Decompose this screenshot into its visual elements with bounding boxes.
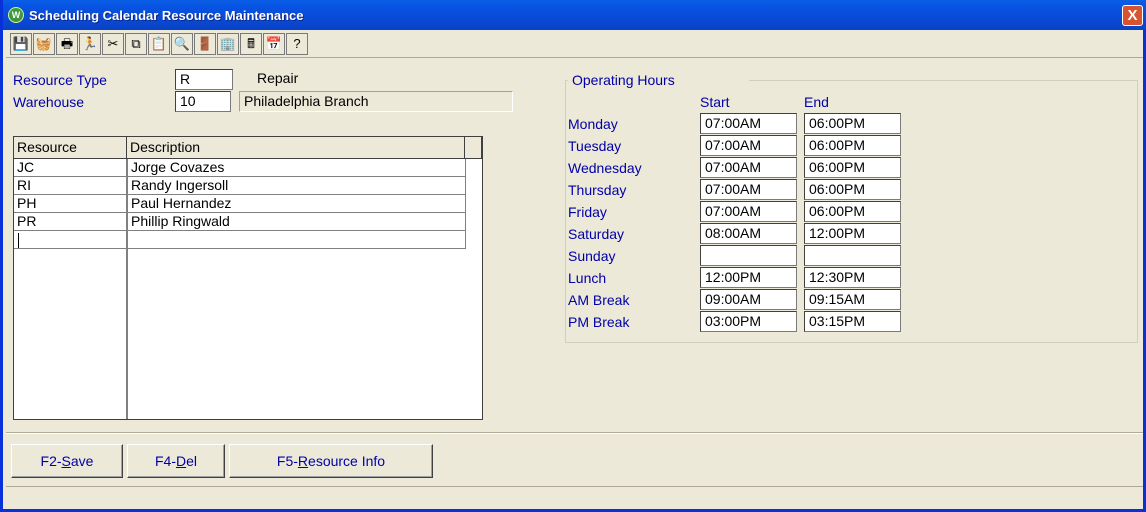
start-header: Start (700, 94, 730, 110)
save-button-hotkey: S (61, 453, 71, 469)
end-time-input[interactable]: 06:00PM (804, 113, 901, 134)
table-row[interactable]: PH Paul Hernandez (14, 195, 466, 213)
delete-button[interactable]: F4-Del (127, 444, 225, 478)
basket-icon[interactable]: 🧺 (33, 33, 55, 55)
day-label: AM Break (568, 292, 630, 308)
end-time-input[interactable]: 12:30PM (804, 267, 901, 288)
start-time-input[interactable]: 09:00AM (700, 289, 797, 310)
resource-type-input[interactable]: R (175, 69, 233, 90)
resource-type-description: Repair (257, 70, 299, 86)
save-button-prefix: F2- (40, 453, 62, 469)
day-label: Saturday (568, 226, 625, 242)
end-time-input[interactable]: 03:15PM (804, 311, 901, 332)
row-edge (465, 213, 466, 231)
resource-cell[interactable]: RI (14, 177, 126, 195)
resource-info-button[interactable]: F5-Resource Info (229, 444, 433, 478)
warehouse-input[interactable]: 10 (175, 91, 231, 112)
paste-icon[interactable]: 📋 (148, 33, 170, 55)
main-window: W Scheduling Calendar Resource Maintenan… (0, 0, 1146, 512)
building-icon[interactable]: 🏢 (217, 33, 239, 55)
title-bar: W Scheduling Calendar Resource Maintenan… (3, 0, 1146, 30)
day-label: PM Break (568, 314, 630, 330)
row-edge (465, 195, 466, 213)
run-icon[interactable]: 🏃 (79, 33, 101, 55)
app-icon: W (8, 7, 24, 23)
resource-grid[interactable]: Resource Description JC Jorge Covazes RI Ra… (13, 136, 483, 420)
resource-info-button-rest: esource Info (308, 453, 386, 469)
end-time-input[interactable]: 06:00PM (804, 201, 901, 222)
separator-highlight (6, 433, 1143, 434)
description-cell[interactable]: Paul Hernandez (128, 195, 464, 213)
description-cell[interactable]: Phillip Ringwald (128, 213, 464, 231)
column-header-spacer (465, 137, 482, 159)
table-row[interactable]: JC Jorge Covazes (14, 159, 466, 177)
delete-button-prefix: F4- (154, 453, 176, 469)
search-icon[interactable]: 🔍 (171, 33, 193, 55)
help-icon[interactable]: ? (286, 33, 308, 55)
end-time-input[interactable]: 09:15AM (804, 289, 901, 310)
day-label: Sunday (568, 248, 616, 264)
resource-type-label: Resource Type (13, 72, 107, 88)
cut-icon[interactable]: ✂ (102, 33, 124, 55)
day-label: Tuesday (568, 138, 622, 154)
calculator-icon[interactable]: 🖩 (240, 33, 262, 55)
calendar-icon[interactable]: 📅 (263, 33, 285, 55)
text-cursor (18, 233, 19, 248)
operating-hours-title: Operating Hours (570, 72, 677, 88)
end-time-input[interactable] (804, 245, 901, 266)
warehouse-label: Warehouse (13, 94, 85, 110)
day-label: Monday (568, 116, 618, 132)
save-button-rest: ave (70, 453, 94, 469)
day-label: Thursday (568, 182, 627, 198)
end-time-input[interactable]: 06:00PM (804, 135, 901, 156)
start-time-input[interactable]: 07:00AM (700, 179, 797, 200)
description-cell[interactable] (128, 231, 464, 249)
close-button[interactable]: X (1122, 5, 1143, 26)
end-header: End (804, 94, 829, 110)
save-button[interactable]: F2-Save (11, 444, 123, 478)
end-time-input[interactable]: 06:00PM (804, 179, 901, 200)
description-cell[interactable]: Randy Ingersoll (128, 177, 464, 195)
table-row[interactable] (14, 231, 466, 249)
resource-info-button-hotkey: R (297, 453, 309, 469)
column-header-description[interactable]: Description (127, 137, 465, 159)
window-title: Scheduling Calendar Resource Maintenance (29, 8, 304, 23)
exit-door-icon[interactable]: 🚪 (194, 33, 216, 55)
row-edge (465, 231, 466, 249)
status-bar (6, 488, 1143, 509)
day-label: Friday (568, 204, 607, 220)
toolbar: 💾 🧺 🖶 🏃 ✂ ⧉ 📋 🔍 🚪 🏢 🖩 📅? (6, 30, 1143, 58)
day-label: Lunch (568, 270, 607, 286)
end-time-input[interactable]: 06:00PM (804, 157, 901, 178)
start-time-input[interactable]: 03:00PM (700, 311, 797, 332)
row-edge (465, 159, 466, 177)
start-time-input[interactable]: 07:00AM (700, 201, 797, 222)
column-header-resource[interactable]: Resource (14, 137, 127, 159)
resource-cell[interactable]: PR (14, 213, 126, 231)
start-time-input[interactable]: 07:00AM (700, 113, 797, 134)
delete-button-hotkey: D (175, 453, 187, 469)
resource-cell[interactable]: JC (14, 159, 126, 177)
copy-icon[interactable]: ⧉ (125, 33, 147, 55)
start-time-input[interactable]: 08:00AM (700, 223, 797, 244)
delete-button-rest: el (186, 453, 198, 469)
start-time-input[interactable] (700, 245, 797, 266)
resource-cell[interactable] (14, 231, 126, 249)
start-time-input[interactable]: 12:00PM (700, 267, 797, 288)
day-label: Wednesday (568, 160, 642, 176)
description-cell[interactable]: Jorge Covazes (128, 159, 464, 177)
start-time-input[interactable]: 07:00AM (700, 157, 797, 178)
start-time-input[interactable]: 07:00AM (700, 135, 797, 156)
warehouse-description: Philadelphia Branch (239, 91, 513, 112)
print-icon[interactable]: 🖶 (56, 33, 78, 55)
resource-cell[interactable]: PH (14, 195, 126, 213)
status-separator (6, 486, 1143, 487)
row-edge (465, 177, 466, 195)
table-row[interactable]: RI Randy Ingersoll (14, 177, 466, 195)
resource-info-button-prefix: F5- (276, 453, 298, 469)
table-row[interactable]: PR Phillip Ringwald (14, 213, 466, 231)
end-time-input[interactable]: 12:00PM (804, 223, 901, 244)
save-icon[interactable]: 💾 (10, 33, 32, 55)
